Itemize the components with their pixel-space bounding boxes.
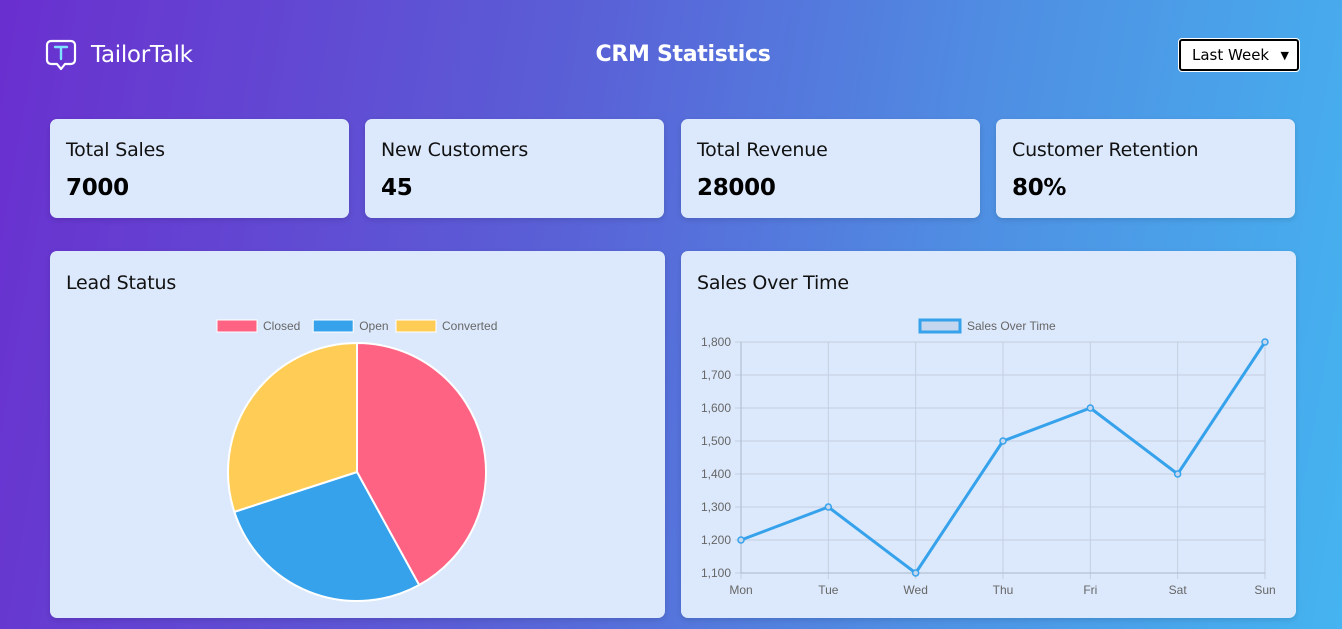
stat-value: 80% [1012, 175, 1067, 201]
legend-label: Converted [442, 319, 497, 333]
date-range-select[interactable]: Last Week ▼ [1178, 38, 1300, 72]
legend-swatch [918, 318, 962, 334]
stat-title: Total Revenue [697, 139, 828, 161]
y-tick-label: 1,100 [701, 566, 731, 580]
data-point [911, 569, 920, 577]
data-point [1173, 470, 1182, 478]
stat-title: Customer Retention [1012, 139, 1199, 161]
sales-line-chart: 1,100 1,200 1,300 1,400 1,500 1,600 1,700 1,800… [701, 318, 1276, 597]
data-point [824, 503, 833, 511]
y-tick-label: 1,300 [701, 500, 731, 514]
stat-card-total-revenue: Total Revenue 28000 [681, 119, 980, 218]
data-point [999, 437, 1007, 445]
stat-value: 45 [381, 175, 413, 201]
lead-status-panel: Lead Status Closed Open Converted [50, 251, 665, 618]
y-tick-label: 1,200 [701, 533, 731, 547]
legend-label: Sales Over Time [967, 319, 1056, 333]
stat-card-new-customers: New Customers 45 [365, 119, 664, 218]
sales-over-time-panel: Sales Over Time 1,100 1,200 1,300 1,400 1,50… [681, 251, 1296, 618]
x-tick-label: Sun [1254, 583, 1275, 597]
x-tick-label: Sat [1169, 583, 1188, 597]
stat-title: Total Sales [66, 139, 165, 161]
legend-swatch [216, 319, 258, 333]
page-title: CRM Statistics [595, 42, 771, 67]
x-tick-label: Wed [903, 583, 927, 597]
header: TailorTalk CRM Statistics Last Week ▼ [0, 0, 1342, 110]
legend-swatch [312, 319, 354, 333]
date-range-value: Last Week [1192, 46, 1270, 64]
y-tick-label: 1,600 [701, 401, 731, 415]
data-point [1086, 404, 1095, 412]
y-tick-label: 1,400 [701, 467, 731, 481]
stat-card-total-sales: Total Sales 7000 [50, 119, 349, 218]
legend-label: Open [359, 319, 388, 333]
stat-card-customer-retention: Customer Retention 80% [996, 119, 1295, 218]
data-point [737, 536, 745, 544]
x-tick-label: Fri [1083, 583, 1097, 597]
stat-value: 28000 [697, 175, 776, 201]
x-tick-label: Mon [729, 583, 752, 597]
y-tick-label: 1,700 [701, 368, 731, 382]
stat-value: 7000 [66, 175, 129, 201]
y-tick-label: 1,500 [701, 434, 731, 448]
stat-title: New Customers [381, 139, 529, 161]
x-tick-label: Thu [993, 583, 1014, 597]
chevron-down-icon: ▼ [1280, 48, 1289, 62]
x-tick-label: Tue [818, 583, 839, 597]
data-point [1261, 338, 1269, 346]
legend-label: Closed [263, 319, 300, 333]
lead-status-pie-chart: Closed Open Converted [216, 319, 497, 602]
legend-swatch [395, 319, 437, 333]
y-tick-label: 1,800 [701, 335, 731, 349]
